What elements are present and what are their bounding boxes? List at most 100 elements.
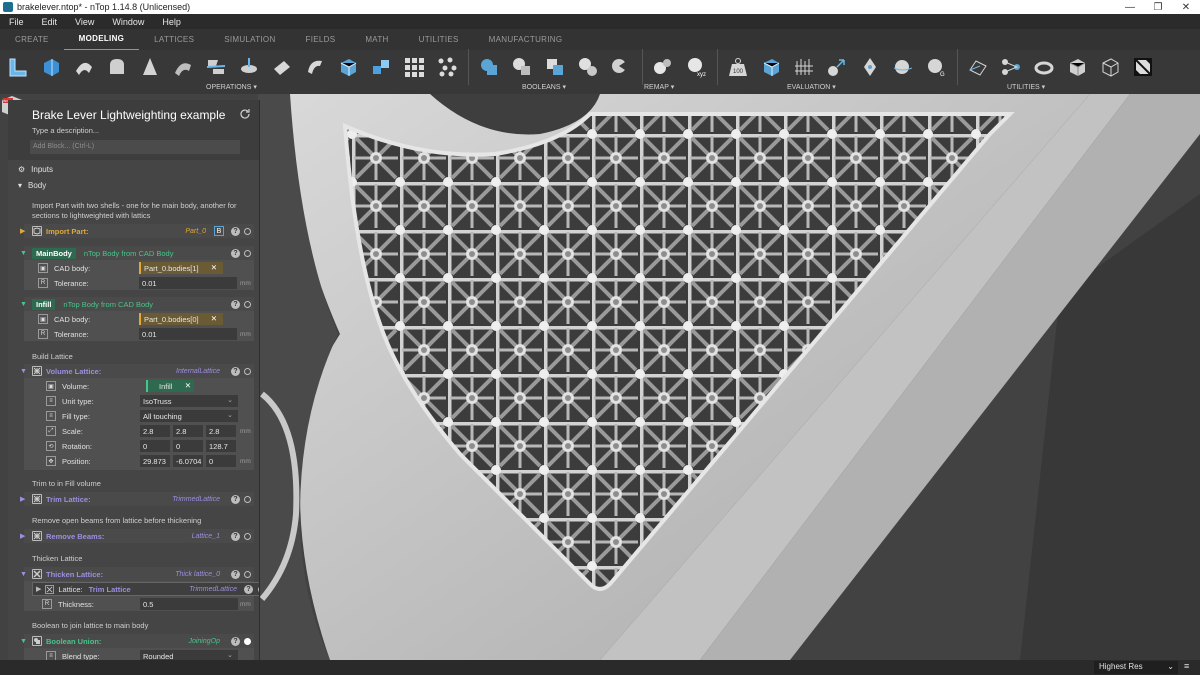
maximize-button[interactable]: ❐ xyxy=(1144,0,1172,14)
menu-window[interactable]: Window xyxy=(103,17,153,27)
group-booleans[interactable]: BOOLEANS ▾ xyxy=(522,83,566,91)
visibility-icon[interactable] xyxy=(244,570,251,578)
section-inputs[interactable]: ⚙ Inputs xyxy=(8,162,53,176)
resolution-select[interactable]: Highest Res ⌄ xyxy=(1094,661,1178,674)
help-icon[interactable]: ? xyxy=(231,366,240,376)
collapse-arrow-icon[interactable]: ▼ xyxy=(20,638,27,645)
tab-utilities[interactable]: UTILITIES xyxy=(404,29,474,50)
collapse-arrow-icon[interactable]: ▼ xyxy=(20,571,27,578)
help-icon[interactable]: ? xyxy=(231,636,240,646)
tool-split[interactable] xyxy=(204,55,228,79)
menu-view[interactable]: View xyxy=(66,17,103,27)
tab-math[interactable]: MATH xyxy=(350,29,403,50)
notebook-title[interactable]: Brake Lever Lightweighting example xyxy=(32,108,225,122)
tool-evaluate-volume[interactable] xyxy=(759,55,783,79)
volume-lattice-head[interactable]: ▼ Volume Lattice: InternalLattice ? xyxy=(20,364,254,378)
tool-offset[interactable] xyxy=(39,55,63,79)
tool-bend[interactable] xyxy=(72,55,96,79)
tool-ring[interactable] xyxy=(1032,55,1056,79)
clear-icon[interactable]: ✕ xyxy=(211,314,217,323)
tool-box[interactable] xyxy=(336,55,360,79)
rotation-z-field[interactable]: 128.7 xyxy=(206,440,236,452)
tab-fields[interactable]: FIELDS xyxy=(291,29,351,50)
tool-boolean-intersect[interactable] xyxy=(543,55,567,79)
tool-bounding-box[interactable] xyxy=(1065,55,1089,79)
notebook-description[interactable]: Type a description... xyxy=(32,126,99,135)
rotation-y-field[interactable]: 0 xyxy=(173,440,203,452)
collapse-arrow-icon[interactable]: ▼ xyxy=(20,368,27,375)
tool-remap[interactable] xyxy=(651,55,675,79)
menu-edit[interactable]: Edit xyxy=(33,17,67,27)
infill-head[interactable]: ▼ Infill nTop Body from CAD Body ? xyxy=(20,297,254,311)
block-volume-lattice[interactable]: ▼ Volume Lattice: InternalLattice ? ▣ Vo… xyxy=(20,364,254,470)
clear-icon[interactable]: ✕ xyxy=(211,263,217,272)
tool-draft[interactable] xyxy=(270,55,294,79)
help-icon[interactable]: ? xyxy=(231,248,240,258)
menu-help[interactable]: Help xyxy=(153,17,190,27)
lattice-input-row[interactable]: ▶ Lattice: Trim Lattice TrimmedLattice ? xyxy=(32,582,259,596)
b-badge[interactable]: B xyxy=(214,226,224,236)
fill-type-select[interactable]: All touching ⌄ xyxy=(140,410,238,422)
help-icon[interactable]: ? xyxy=(231,494,240,504)
group-utilities[interactable]: UTILITIES ▾ xyxy=(1007,83,1045,91)
hamburger-menu-icon[interactable]: ≡ xyxy=(1184,661,1189,671)
main-body-name[interactable]: MainBody xyxy=(32,247,76,259)
tab-lattices[interactable]: LATTICES xyxy=(139,29,209,50)
tool-round[interactable] xyxy=(105,55,129,79)
tool-evaluate-g[interactable]: G xyxy=(924,55,948,79)
tool-evaluate-gradient[interactable] xyxy=(825,55,849,79)
tool-boolean-cut[interactable] xyxy=(609,55,633,79)
visibility-icon[interactable] xyxy=(244,300,251,308)
tool-scatter[interactable] xyxy=(435,55,459,79)
group-operations[interactable]: OPERATIONS ▾ xyxy=(206,83,257,91)
help-icon[interactable]: ? xyxy=(231,299,240,309)
visibility-icon[interactable] xyxy=(244,249,251,257)
refresh-icon[interactable] xyxy=(239,108,251,120)
tool-boolean-smooth[interactable] xyxy=(576,55,600,79)
tool-shell[interactable] xyxy=(6,55,30,79)
tool-evaluate-field[interactable] xyxy=(792,55,816,79)
section-body[interactable]: ▾ Body xyxy=(8,178,46,192)
clear-icon[interactable]: ✕ xyxy=(185,381,191,390)
tool-sweep[interactable] xyxy=(171,55,195,79)
help-icon[interactable]: ? xyxy=(231,569,240,579)
position-z-field[interactable]: 0 xyxy=(206,455,236,467)
help-icon[interactable]: ? xyxy=(231,226,240,236)
position-x-field[interactable]: 29.873 xyxy=(140,455,170,467)
scale-x-field[interactable]: 2.8 xyxy=(140,425,170,437)
infill-tol-field[interactable]: 0.01 xyxy=(139,328,237,340)
trim-lattice-head[interactable]: ▶ Trim Lattice: TrimmedLattice ? xyxy=(20,492,254,506)
expand-arrow-icon[interactable]: ▶ xyxy=(20,532,25,540)
group-remap[interactable]: REMAP ▾ xyxy=(644,83,674,91)
tool-transform[interactable] xyxy=(966,55,990,79)
main-body-cad-field[interactable]: Part_0.bodies[1] ✕ xyxy=(139,262,223,274)
block-trim-lattice[interactable]: ▶ Trim Lattice: TrimmedLattice ? xyxy=(20,492,254,506)
thicken-lattice-head[interactable]: ▼ Thicken Lattice: Thick lattice_0 ? xyxy=(20,567,254,581)
tool-wireframe-box[interactable] xyxy=(1098,55,1122,79)
expand-arrow-icon[interactable]: ▶ xyxy=(20,227,25,235)
tab-simulation[interactable]: SIMULATION xyxy=(209,29,290,50)
collapse-arrow-icon[interactable]: ▼ xyxy=(20,250,27,257)
visibility-icon[interactable] xyxy=(244,532,251,540)
visibility-icon[interactable] xyxy=(244,227,251,235)
expand-arrow-icon[interactable]: ▶ xyxy=(20,495,25,503)
minimize-button[interactable]: — xyxy=(1116,0,1144,14)
tool-cone[interactable] xyxy=(138,55,162,79)
tool-section-view[interactable] xyxy=(1131,55,1155,79)
tool-connect[interactable] xyxy=(999,55,1023,79)
block-boolean-union[interactable]: ▼ Boolean Union: JoiningOp ? ≡ Blend typ… xyxy=(20,634,254,660)
tool-remap-xyz[interactable]: xyz xyxy=(684,55,708,79)
thickness-field[interactable]: 0.5 xyxy=(140,598,238,610)
tool-array[interactable] xyxy=(402,55,426,79)
close-button[interactable]: ✕ xyxy=(1172,0,1200,14)
tool-evaluate-point[interactable] xyxy=(858,55,882,79)
remove-beams-head[interactable]: ▶ Remove Beams: Lattice_1 ? xyxy=(20,529,254,543)
block-main-body[interactable]: ▼ MainBody nTop Body from CAD Body ? ▣ C… xyxy=(20,246,254,290)
block-infill[interactable]: ▼ Infill nTop Body from CAD Body ? ▣ CAD… xyxy=(20,297,254,341)
tool-boolean-union[interactable] xyxy=(477,55,501,79)
tab-modeling[interactable]: MODELING xyxy=(63,28,140,51)
tool-wrap[interactable] xyxy=(303,55,327,79)
block-remove-beams[interactable]: ▶ Remove Beams: Lattice_1 ? xyxy=(20,529,254,543)
boolean-union-head[interactable]: ▼ Boolean Union: JoiningOp ? xyxy=(20,634,254,648)
rotation-x-field[interactable]: 0 xyxy=(140,440,170,452)
